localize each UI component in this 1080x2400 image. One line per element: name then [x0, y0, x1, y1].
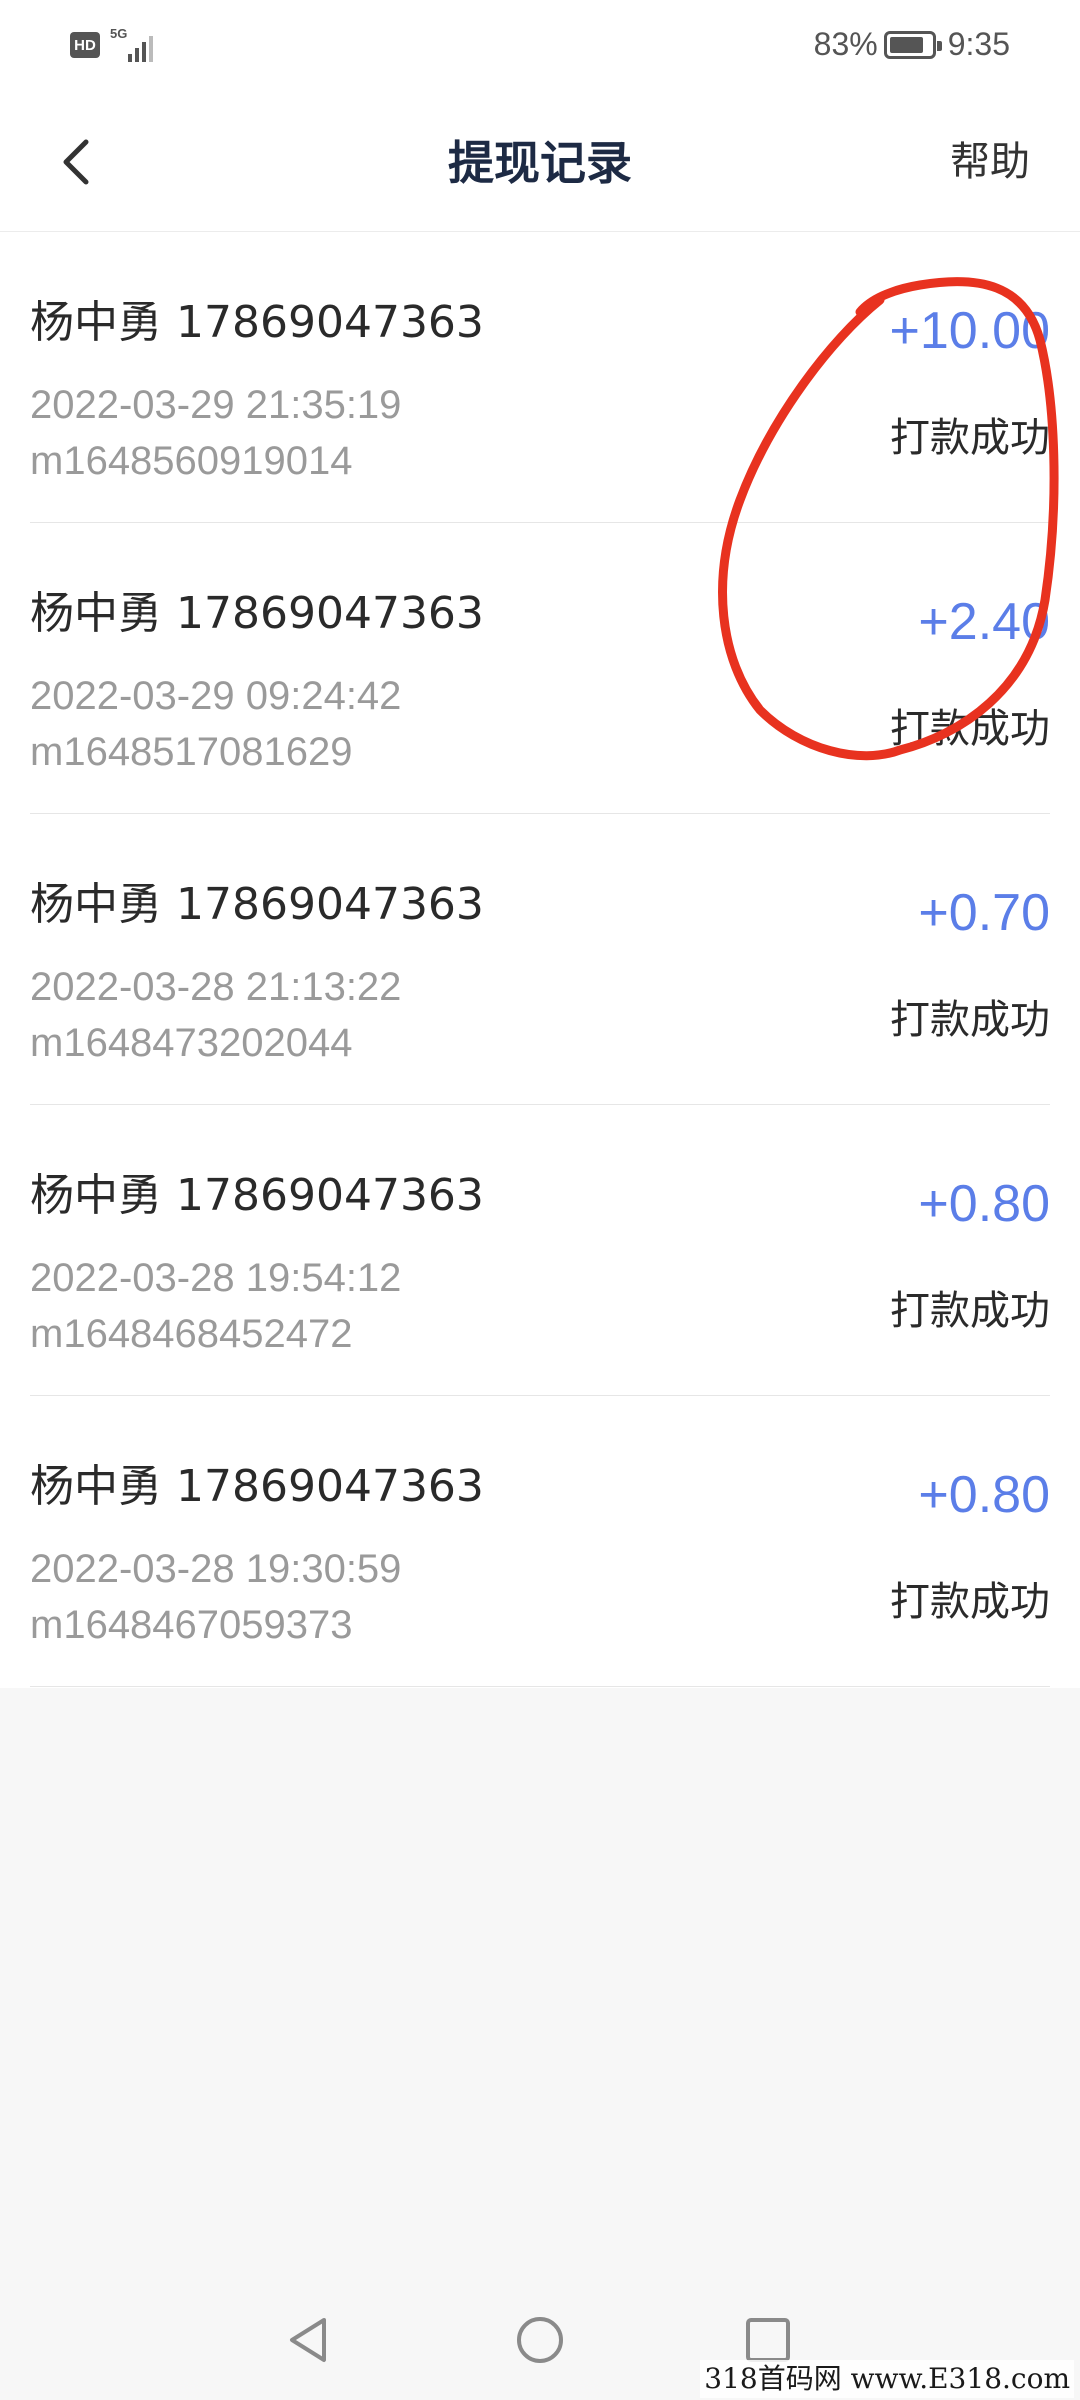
- record-time: 2022-03-28 21:13:22: [30, 965, 402, 1009]
- record-order-id: m1648560919014: [30, 439, 353, 483]
- record-time: 2022-03-29 21:35:19: [30, 383, 402, 427]
- record-status: 打款成功: [890, 1579, 1050, 1625]
- record-amount: +0.70: [918, 884, 1050, 942]
- square-recents-icon: [746, 2318, 790, 2362]
- record-time: 2022-03-29 09:24:42: [30, 674, 402, 718]
- record-order-id: m1648467059373: [30, 1603, 353, 1647]
- list-item[interactable]: 杨中勇 17869047363 2022-03-28 21:13:22 m164…: [30, 814, 1050, 1105]
- record-time: 2022-03-28 19:54:12: [30, 1256, 402, 1300]
- record-name-phone: 杨中勇 17869047363: [30, 879, 484, 930]
- hd-icon: HD: [70, 32, 100, 58]
- record-order-id: m1648473202044: [30, 1021, 353, 1065]
- record-amount: +10.00: [889, 302, 1051, 360]
- record-name-phone: 杨中勇 17869047363: [30, 1170, 484, 1221]
- nav-back-button[interactable]: [268, 2300, 348, 2380]
- watermark: 318首码网 www.E318.com: [700, 2360, 1074, 2398]
- record-time: 2022-03-28 19:30:59: [30, 1547, 402, 1591]
- withdrawal-record-list: 杨中勇 17869047363 2022-03-29 21:35:19 m164…: [0, 232, 1080, 1688]
- battery-fill: [889, 36, 923, 53]
- record-order-id: m1648468452472: [30, 1312, 353, 1356]
- signal-bars: [128, 34, 153, 62]
- record-amount: +0.80: [918, 1175, 1050, 1233]
- list-item[interactable]: 杨中勇 17869047363 2022-03-29 09:24:42 m164…: [30, 523, 1050, 814]
- record-status: 打款成功: [890, 415, 1050, 461]
- list-item[interactable]: 杨中勇 17869047363 2022-03-28 19:30:59 m164…: [30, 1396, 1050, 1687]
- screen: HD 5G 83% 9:35 提现记录 帮助 杨中勇 17869047363 2…: [0, 0, 1080, 2400]
- record-amount: +2.40: [918, 593, 1050, 651]
- record-status: 打款成功: [890, 1288, 1050, 1334]
- signal-icon: 5G: [110, 26, 164, 62]
- record-name-phone: 杨中勇 17869047363: [30, 1461, 484, 1512]
- status-right: 83% 9:35: [814, 26, 1010, 63]
- record-name-phone: 杨中勇 17869047363: [30, 297, 484, 348]
- record-status: 打款成功: [890, 706, 1050, 752]
- status-left: HD 5G: [70, 26, 164, 62]
- list-item[interactable]: 杨中勇 17869047363 2022-03-28 19:54:12 m164…: [30, 1105, 1050, 1396]
- record-status: 打款成功: [890, 997, 1050, 1043]
- record-amount: +0.80: [918, 1466, 1050, 1524]
- page-title: 提现记录: [448, 136, 632, 190]
- battery-percent: 83%: [813, 26, 878, 62]
- record-name-phone: 杨中勇 17869047363: [30, 588, 484, 639]
- page-header: 提现记录 帮助: [0, 96, 1080, 232]
- circle-home-icon: [517, 2317, 563, 2363]
- clock: 9:35: [947, 26, 1010, 62]
- record-order-id: m1648517081629: [30, 730, 353, 774]
- triangle-back-icon: [290, 2318, 326, 2362]
- network-type-label: 5G: [110, 26, 128, 41]
- nav-home-button[interactable]: [500, 2300, 580, 2380]
- status-bar: HD 5G 83% 9:35: [0, 0, 1080, 96]
- battery-icon: [883, 30, 942, 59]
- help-button[interactable]: 帮助: [950, 132, 1030, 192]
- list-item[interactable]: 杨中勇 17869047363 2022-03-29 21:35:19 m164…: [30, 232, 1050, 523]
